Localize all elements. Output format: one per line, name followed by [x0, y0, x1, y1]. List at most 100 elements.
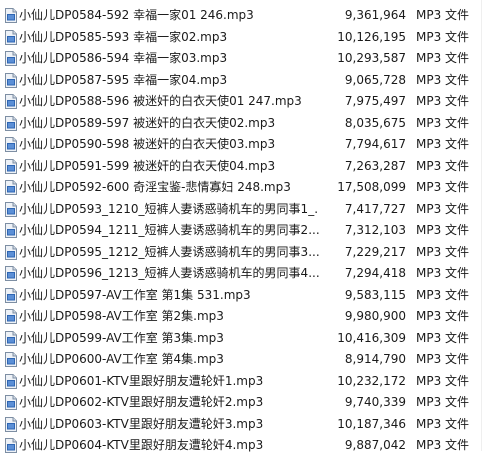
file-type: MP3 文件: [416, 51, 470, 65]
file-row[interactable]: 小仙儿DP0604-KTV里跟好朋友遭轮奸4.mp3 9,887,042 MP3 文…: [0, 435, 482, 456]
file-size: 7,229,217: [344, 244, 406, 259]
mp3-file-icon: [5, 137, 17, 152]
mp3-file-icon: [5, 94, 17, 109]
file-size: 7,263,287: [344, 158, 406, 173]
file-type: MP3 文件: [416, 72, 470, 87]
mp3-file-icon: [5, 395, 17, 410]
file-size: 7,312,103: [344, 223, 406, 237]
file-row[interactable]: 小仙儿DP0591-599 被迷奸的白衣天使04.mp3 7,263,287 MP3…: [0, 156, 482, 177]
file-size: 7,975,497: [344, 94, 406, 108]
file-name: 小仙儿DP0591-599 被迷奸的白衣天使04.mp3: [19, 158, 276, 173]
file-row[interactable]: 小仙儿DP0586-594 幸福一家03.mp3 10,293,587 MP3 文件: [0, 48, 482, 69]
mp3-file-icon: [5, 223, 17, 238]
file-row[interactable]: 小仙儿DP0600-AV工作室 第4集.mp3 8,914,790 MP3 文件: [0, 349, 482, 370]
file-name: 小仙儿DP0590-598 被迷奸的白衣天使03.mp3: [19, 137, 276, 151]
file-type: MP3 文件: [416, 158, 470, 173]
file-size: 9,740,339: [344, 395, 406, 409]
file-name: 小仙儿DP0589-597 被迷奸的白衣天使02.mp3: [19, 115, 276, 130]
mp3-file-icon: [5, 72, 17, 88]
file-name: 小仙儿DP0597-AV工作室 第1集 531.mp3: [19, 287, 251, 302]
mp3-file-icon: [5, 115, 17, 131]
file-name: 小仙儿DP0586-594 幸福一家03.mp3: [19, 51, 228, 65]
file-row[interactable]: 小仙儿DP0598-AV工作室 第2集.mp3 9,980,900 MP3 文件: [0, 306, 482, 327]
file-type: MP3 文件: [416, 137, 470, 151]
file-size: 9,980,900: [344, 309, 406, 323]
file-size: 7,294,418: [344, 266, 406, 280]
file-row[interactable]: 小仙儿DP0593_1210_短裤人妻诱惑骑机车的男同事1_... 7,417,7…: [0, 199, 482, 220]
file-size: 9,361,964: [344, 8, 406, 22]
file-row[interactable]: 小仙儿DP0601-KTV里跟好朋友遭轮奸1.mp3 10,232,172 MP3 …: [0, 371, 482, 392]
file-row[interactable]: 小仙儿DP0587-595 幸福一家04.mp3 9,065,728 MP3 文件: [0, 70, 482, 91]
file-row[interactable]: 小仙儿DP0594_1211_短裤人妻诱惑骑机车的男同事2.... 7,312,1…: [0, 220, 482, 241]
file-name: 小仙儿DP0593_1210_短裤人妻诱惑骑机车的男同事1_...: [19, 201, 319, 216]
file-type: MP3 文件: [416, 8, 470, 22]
mp3-file-icon: [5, 244, 17, 260]
file-row[interactable]: 小仙儿DP0599-AV工作室 第3集.mp3 10,416,309 MP3 文件: [0, 328, 482, 349]
file-name: 小仙儿DP0598-AV工作室 第2集.mp3: [19, 309, 224, 323]
file-name: 小仙儿DP0601-KTV里跟好朋友遭轮奸1.mp3: [19, 373, 264, 388]
file-type: MP3 文件: [416, 115, 470, 130]
file-row[interactable]: 小仙儿DP0596_1213_短裤人妻诱惑骑机车的男同事4.... 7,294,4…: [0, 263, 482, 284]
file-size: 8,035,675: [344, 115, 406, 130]
mp3-file-icon: [5, 287, 17, 303]
file-type: MP3 文件: [416, 330, 470, 345]
file-name: 小仙儿DP0604-KTV里跟好朋友遭轮奸4.mp3: [19, 438, 264, 452]
file-list: 小仙儿DP0584-592 幸福一家01 246.mp3 9,361,964 MP3…: [0, 0, 482, 453]
file-size: 10,187,346: [337, 416, 406, 431]
file-type: MP3 文件: [416, 223, 470, 237]
file-size: 10,293,587: [337, 51, 406, 65]
mp3-file-icon: [5, 51, 17, 66]
mp3-file-icon: [5, 29, 17, 45]
file-size: 7,417,727: [344, 201, 406, 216]
file-row[interactable]: 小仙儿DP0603-KTV里跟好朋友遭轮奸3.mp3 10,187,346 MP3 …: [0, 414, 482, 435]
file-size: 17,508,099: [337, 180, 406, 194]
file-name: 小仙儿DP0585-593 幸福一家02.mp3: [19, 29, 228, 44]
file-name: 小仙儿DP0599-AV工作室 第3集.mp3: [19, 330, 224, 345]
file-row[interactable]: 小仙儿DP0590-598 被迷奸的白衣天使03.mp3 7,794,617 MP3…: [0, 134, 482, 155]
mp3-file-icon: [5, 309, 17, 324]
file-type: MP3 文件: [416, 94, 470, 108]
file-row[interactable]: 小仙儿DP0589-597 被迷奸的白衣天使02.mp3 8,035,675 MP3…: [0, 113, 482, 134]
file-row[interactable]: 小仙儿DP0595_1212_短裤人妻诱惑骑机车的男同事3.... 7,229,2…: [0, 242, 482, 263]
mp3-file-icon: [5, 201, 17, 217]
file-size: 10,126,195: [337, 29, 406, 44]
file-size: 8,914,790: [344, 352, 406, 366]
file-type: MP3 文件: [416, 352, 470, 366]
file-name: 小仙儿DP0584-592 幸福一家01 246.mp3: [19, 8, 254, 22]
file-type: MP3 文件: [416, 201, 470, 216]
file-name: 小仙儿DP0595_1212_短裤人妻诱惑骑机车的男同事3....: [19, 244, 319, 259]
file-row[interactable]: 小仙儿DP0588-596 被迷奸的白衣天使01 247.mp3 7,975,49…: [0, 91, 482, 112]
file-size: 7,794,617: [344, 137, 406, 151]
file-type: MP3 文件: [416, 395, 470, 409]
file-size: 9,583,115: [344, 287, 406, 302]
file-name: 小仙儿DP0588-596 被迷奸的白衣天使01 247.mp3: [19, 94, 302, 108]
file-size: 10,232,172: [337, 373, 406, 388]
file-row[interactable]: 小仙儿DP0592-600 奇淫宝鉴-悲情寡妇 248.mp3 17,508,09…: [0, 177, 482, 198]
file-row[interactable]: 小仙儿DP0602-KTV里跟好朋友遭轮奸2.mp3 9,740,339 MP3 文…: [0, 392, 482, 413]
file-name: 小仙儿DP0602-KTV里跟好朋友遭轮奸2.mp3: [19, 395, 264, 409]
mp3-file-icon: [5, 352, 17, 367]
mp3-file-icon: [5, 416, 17, 432]
file-type: MP3 文件: [416, 309, 470, 323]
file-name: 小仙儿DP0603-KTV里跟好朋友遭轮奸3.mp3: [19, 416, 264, 431]
file-size: 9,065,728: [344, 72, 406, 87]
file-name: 小仙儿DP0587-595 幸福一家04.mp3: [19, 72, 228, 87]
file-name: 小仙儿DP0594_1211_短裤人妻诱惑骑机车的男同事2....: [19, 223, 319, 237]
file-type: MP3 文件: [416, 180, 470, 194]
file-row[interactable]: 小仙儿DP0597-AV工作室 第1集 531.mp3 9,583,115 MP3 …: [0, 285, 482, 306]
mp3-file-icon: [5, 180, 17, 195]
mp3-file-icon: [5, 8, 17, 23]
file-name: 小仙儿DP0592-600 奇淫宝鉴-悲情寡妇 248.mp3: [19, 180, 291, 194]
file-type: MP3 文件: [416, 416, 470, 431]
file-type: MP3 文件: [416, 287, 470, 302]
mp3-file-icon: [5, 373, 17, 389]
file-type: MP3 文件: [416, 373, 470, 388]
file-size: 9,887,042: [344, 438, 406, 452]
file-row[interactable]: 小仙儿DP0584-592 幸福一家01 246.mp3 9,361,964 MP3…: [0, 5, 482, 26]
file-type: MP3 文件: [416, 244, 470, 259]
file-size: 10,416,309: [337, 330, 406, 345]
file-row[interactable]: 小仙儿DP0585-593 幸福一家02.mp3 10,126,195 MP3 文件: [0, 27, 482, 48]
file-type: MP3 文件: [416, 266, 470, 280]
file-type: MP3 文件: [416, 438, 470, 452]
mp3-file-icon: [5, 266, 17, 281]
